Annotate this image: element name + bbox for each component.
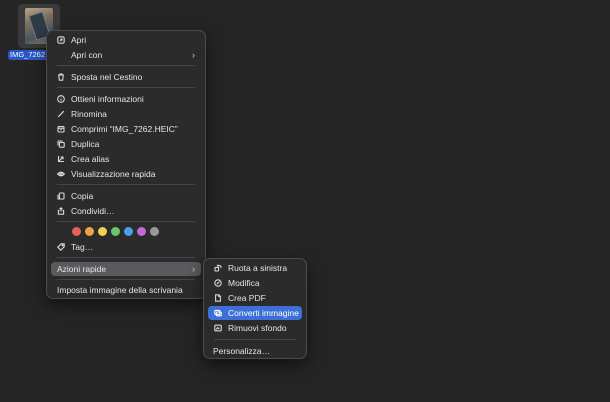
menu-item-label: Comprimi “IMG_7262.HEIC”	[71, 124, 178, 134]
submenu-item-create-pdf[interactable]: Crea PDF	[208, 291, 302, 305]
menu-item-share[interactable]: Condividi…	[51, 204, 201, 218]
pencil-icon	[56, 110, 66, 118]
menu-item-open[interactable]: Apri	[51, 33, 201, 47]
menu-item-label: Azioni rapide	[57, 264, 107, 274]
rotate-left-icon	[213, 264, 223, 272]
menu-item-compress[interactable]: Comprimi “IMG_7262.HEIC”	[51, 122, 201, 136]
share-icon	[56, 207, 66, 215]
menu-item-open-with[interactable]: Apri con ›	[51, 48, 201, 62]
menu-item-move-to-trash[interactable]: Sposta nel Cestino	[51, 70, 201, 84]
chevron-right-icon: ›	[192, 264, 195, 274]
submenu-item-label: Rimuovi sfondo	[228, 323, 287, 333]
menu-item-quick-look[interactable]: Visualizzazione rapida	[51, 167, 201, 181]
menu-item-label: Duplica	[71, 139, 100, 149]
menu-item-tags[interactable]: Tag…	[51, 240, 201, 254]
tag-orange-dot[interactable]	[85, 227, 94, 236]
submenu-item-label: Crea PDF	[228, 293, 266, 303]
submenu-item-label: Converti immagine	[228, 308, 299, 318]
separator	[57, 87, 195, 88]
chevron-right-icon: ›	[192, 50, 195, 60]
alias-icon	[56, 155, 66, 163]
menu-item-set-desktop-picture[interactable]: Imposta immagine della scrivania	[51, 283, 201, 297]
menu-item-label: Rinomina	[71, 109, 107, 119]
eye-icon	[56, 170, 66, 178]
info-icon	[56, 95, 66, 103]
tag-red-dot[interactable]	[72, 227, 81, 236]
tag-green-dot[interactable]	[111, 227, 120, 236]
menu-item-label: Condividi…	[71, 206, 115, 216]
menu-item-duplicate[interactable]: Duplica	[51, 137, 201, 151]
open-icon	[56, 36, 66, 44]
separator	[57, 257, 195, 258]
submenu-item-label: Ruota a sinistra	[228, 263, 288, 273]
tag-color-row	[72, 227, 159, 236]
tag-gray-dot[interactable]	[150, 227, 159, 236]
submenu-item-rotate-left[interactable]: Ruota a sinistra	[208, 261, 302, 275]
separator	[57, 65, 195, 66]
context-menu: Apri Apri con › Sposta nel Cestino Ottie…	[46, 30, 206, 299]
tag-yellow-dot[interactable]	[98, 227, 107, 236]
trash-icon	[56, 73, 66, 81]
menu-item-label: Apri	[71, 35, 87, 45]
submenu-item-customize[interactable]: Personalizza…	[208, 344, 302, 358]
menu-item-label: Crea alias	[71, 154, 110, 164]
separator	[214, 339, 296, 340]
submenu-item-convert-image[interactable]: Converti immagine	[208, 306, 302, 320]
convert-image-icon	[213, 309, 223, 317]
menu-item-quick-actions[interactable]: Azioni rapide ›	[51, 262, 201, 276]
submenu-item-remove-background[interactable]: Rimuovi sfondo	[208, 321, 302, 335]
menu-item-label: Visualizzazione rapida	[71, 169, 156, 179]
quick-actions-submenu: Ruota a sinistra Modifica Crea PDF Conve…	[203, 258, 307, 359]
tag-purple-dot[interactable]	[137, 227, 146, 236]
menu-item-label: Sposta nel Cestino	[71, 72, 143, 82]
tag-blue-dot[interactable]	[124, 227, 133, 236]
menu-item-label: Copia	[71, 191, 94, 201]
copy-icon	[56, 192, 66, 200]
menu-item-label: Tag…	[71, 242, 94, 252]
menu-item-get-info[interactable]: Ottieni informazioni	[51, 92, 201, 106]
separator	[57, 279, 195, 280]
menu-item-make-alias[interactable]: Crea alias	[51, 152, 201, 166]
menu-item-label: Ottieni informazioni	[71, 94, 144, 104]
separator	[57, 221, 195, 222]
remove-background-icon	[213, 324, 223, 332]
menu-item-copy[interactable]: Copia	[51, 189, 201, 203]
submenu-item-label: Modifica	[228, 278, 260, 288]
tag-icon	[56, 243, 66, 251]
menu-item-label: Imposta immagine della scrivania	[57, 285, 183, 295]
separator	[57, 184, 195, 185]
archive-icon	[56, 125, 66, 133]
menu-item-label: Apri con	[71, 50, 103, 60]
submenu-item-markup[interactable]: Modifica	[208, 276, 302, 290]
submenu-item-label: Personalizza…	[213, 346, 271, 356]
menu-item-rename[interactable]: Rinomina	[51, 107, 201, 121]
duplicate-icon	[56, 140, 66, 148]
pdf-icon	[213, 294, 223, 302]
markup-icon	[213, 279, 223, 287]
